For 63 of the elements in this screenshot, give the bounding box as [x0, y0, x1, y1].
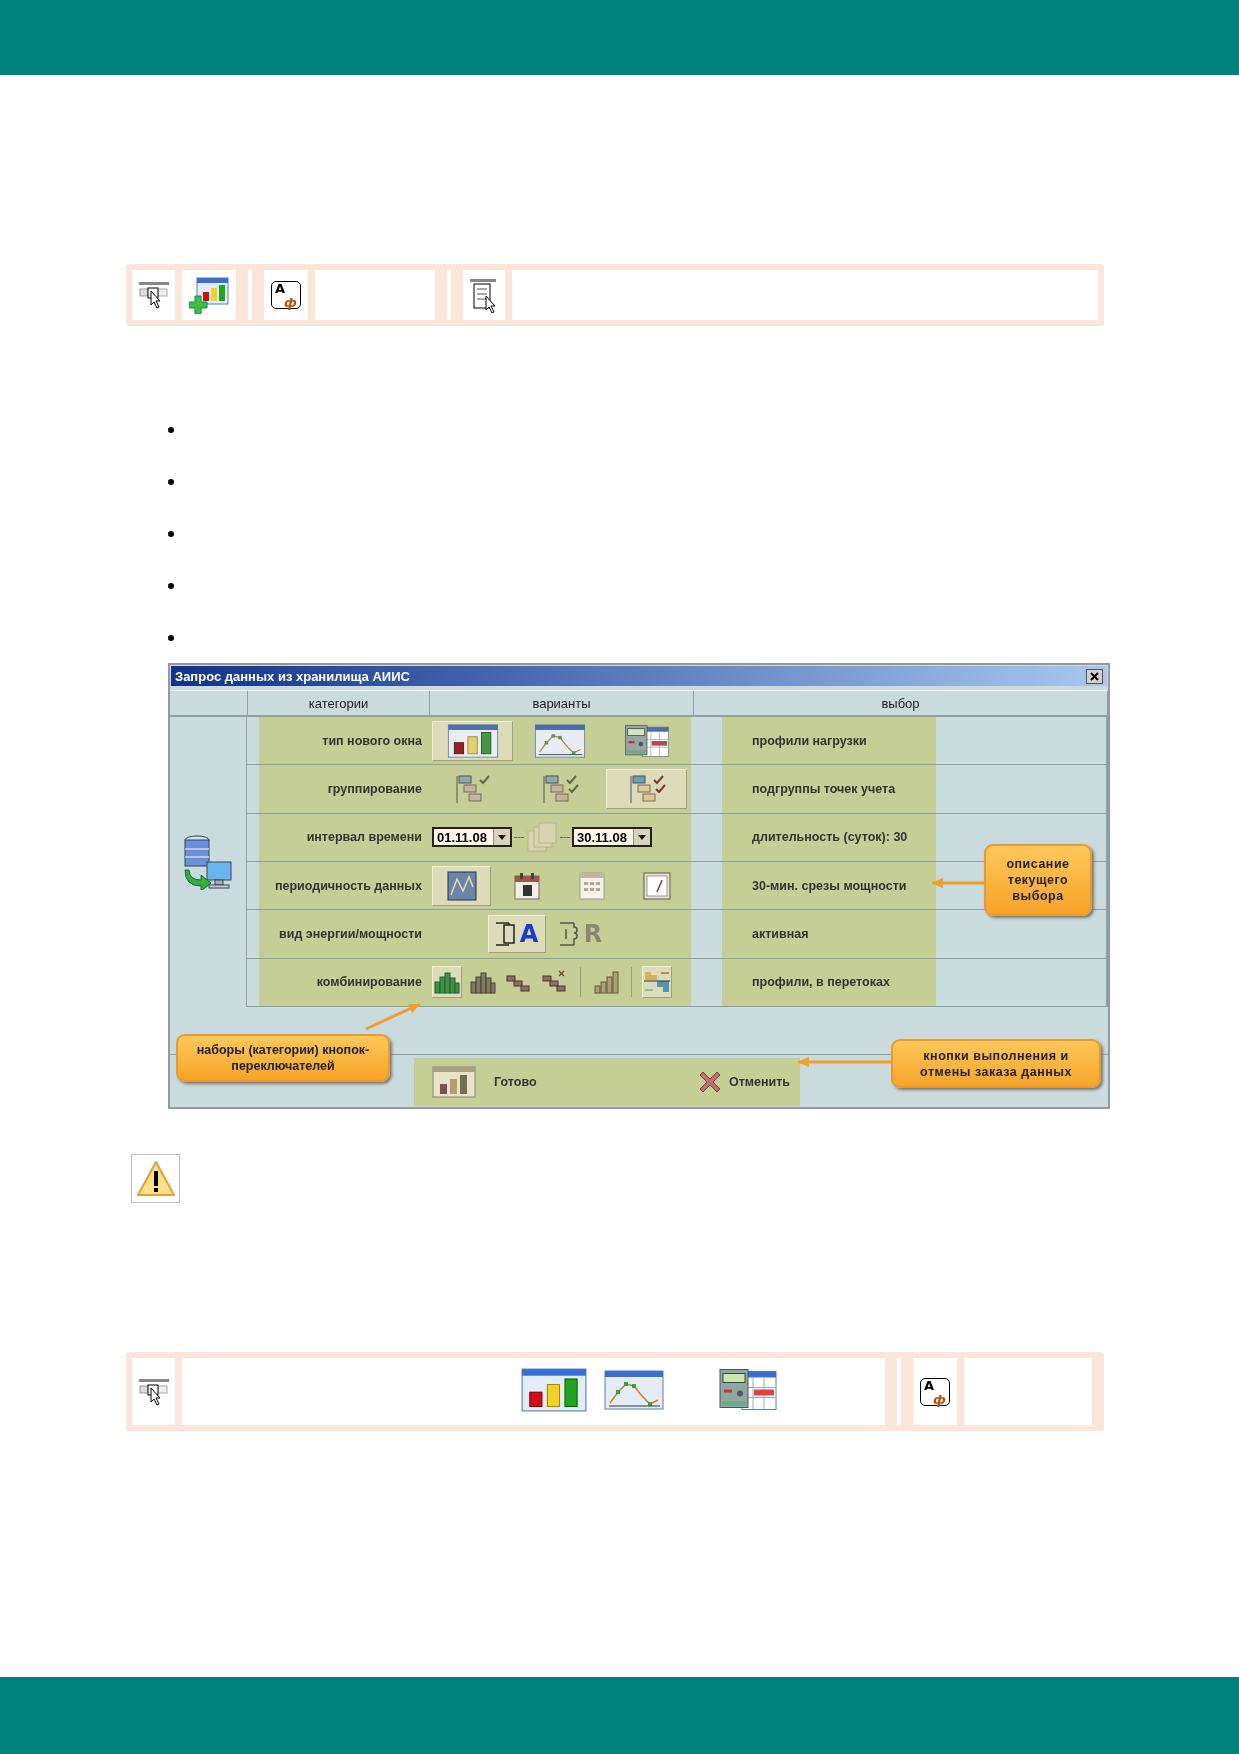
bar-chart-window-icon	[432, 1066, 476, 1098]
column-header: выбор	[694, 690, 1108, 715]
warning-icon	[131, 1154, 180, 1203]
category-label: комбинирование	[316, 975, 422, 990]
toggle-button[interactable]	[642, 966, 672, 999]
category-label: вид энергии/мощности	[279, 926, 422, 941]
bullet	[168, 583, 174, 589]
callout: кнопки выполнения и отмены заказа данных	[891, 1039, 1101, 1088]
chart-grid-icon	[446, 870, 477, 901]
category-label: периодичность данных	[274, 878, 422, 893]
gauge-icon	[643, 871, 672, 900]
pages-icon	[526, 821, 558, 854]
rising-bars-icon	[593, 970, 619, 995]
dropdown-button[interactable]	[633, 829, 650, 846]
toggle-button[interactable]	[606, 769, 687, 809]
category-label: интервал времени	[306, 830, 422, 845]
category-label: группирование	[327, 782, 422, 796]
meter-and-table-icon	[718, 1367, 778, 1412]
toggle-button[interactable]	[432, 966, 462, 999]
bullet	[168, 531, 174, 537]
date-field[interactable]: 01.11.08	[432, 827, 512, 848]
bullet	[168, 635, 174, 641]
steps-cross-icon	[542, 970, 568, 995]
arrow	[365, 1002, 421, 1031]
date-field[interactable]: 30.11.08	[572, 827, 652, 848]
dropdown-button[interactable]	[493, 829, 510, 846]
callout: наборы (категории) кнопок-переключателей	[176, 1034, 390, 1082]
toggle-button[interactable]	[432, 720, 513, 761]
add-chart-icon	[189, 276, 229, 314]
column-header: варианты	[430, 690, 694, 715]
toggle-button[interactable]: A	[488, 914, 546, 953]
done-button[interactable]: Готово	[432, 1066, 537, 1098]
callout: описание текущего выбора	[984, 844, 1092, 916]
calendar-icon	[512, 870, 541, 901]
choice-text: профили, в перетоках	[752, 975, 890, 990]
close-button[interactable]	[1086, 668, 1103, 684]
line-chart-window-icon	[532, 723, 587, 758]
arrow	[932, 877, 984, 889]
category-label: тип нового окна	[322, 733, 422, 748]
close-icon	[1090, 671, 1099, 681]
line-chart-window-icon	[604, 1369, 664, 1410]
document-cursor-icon	[469, 277, 499, 313]
bar-chart-window-icon	[445, 723, 500, 758]
choice-text: подгруппы точек учета	[752, 782, 896, 796]
bullet	[168, 479, 174, 485]
cursor-select-icon	[137, 1376, 170, 1407]
cursor-select-icon	[137, 280, 170, 310]
toggle-button[interactable]	[432, 865, 492, 906]
cancel-button[interactable]: Отменить	[696, 1069, 790, 1095]
bar-chart-window-icon	[521, 1367, 587, 1412]
calendar-page-icon	[578, 870, 607, 901]
window-title: Запрос данных из хранилища АИИС	[175, 668, 410, 684]
choice-text: 30-мин. срезы мощности	[752, 878, 907, 893]
database-computer-icon	[183, 834, 233, 890]
bullet	[168, 427, 174, 433]
font-icon[interactable]: A ф	[271, 281, 301, 309]
font-icon[interactable]: A ф	[920, 1377, 950, 1406]
choice-text: длительность (суток): 30	[752, 830, 908, 845]
choice-text: профили нагрузки	[752, 733, 867, 748]
histogram-icon	[434, 970, 460, 995]
choice-text: активная	[752, 926, 809, 941]
column-header: категории	[248, 690, 430, 715]
bars-icon	[470, 970, 496, 995]
